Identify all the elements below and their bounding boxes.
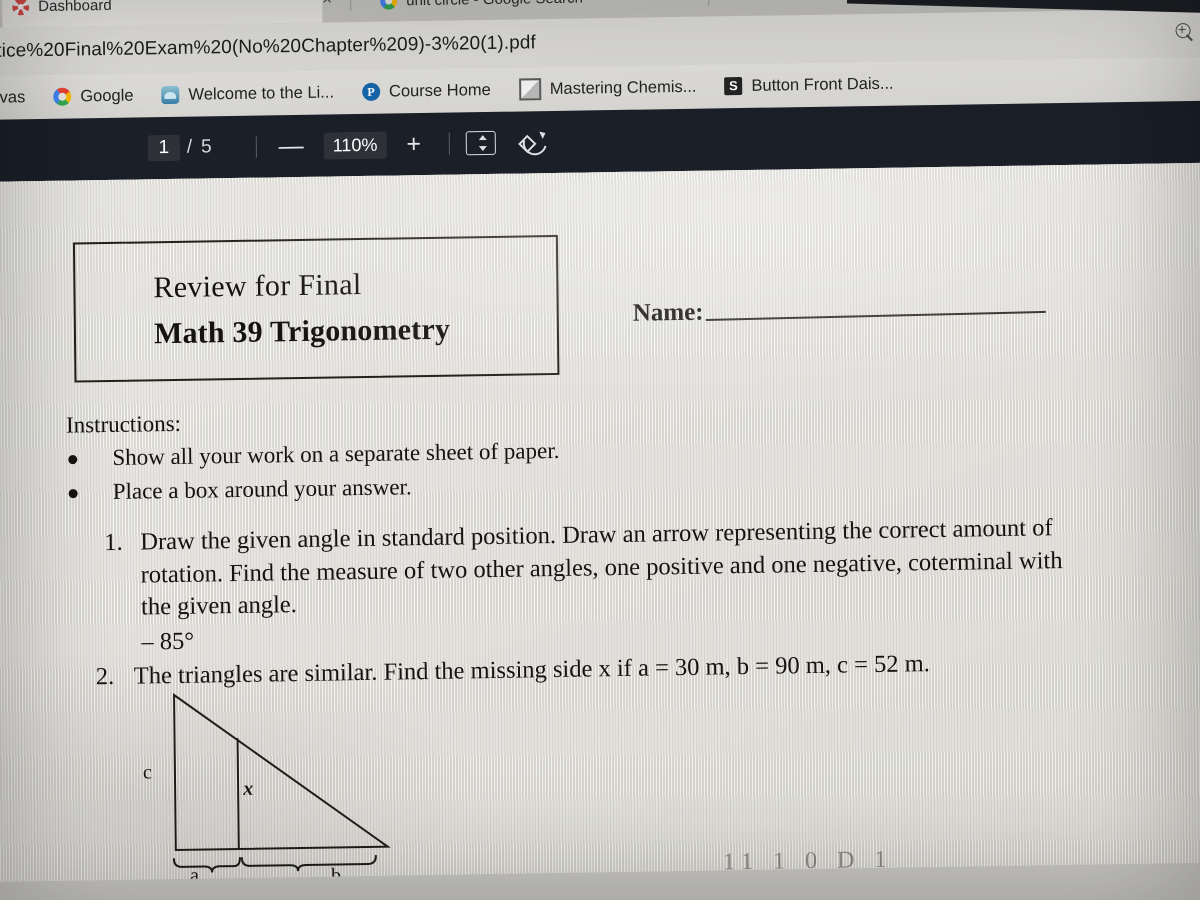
zoom-level-value[interactable]: 110% bbox=[323, 131, 387, 160]
pdf-page-number-input[interactable]: 1 bbox=[147, 134, 180, 162]
tab-separator bbox=[708, 0, 710, 6]
rotate-icon[interactable] bbox=[518, 126, 552, 160]
document-title-line1: Review for Final bbox=[153, 268, 362, 305]
question-1-text: Draw the given angle in standard positio… bbox=[140, 514, 1063, 621]
fit-page-icon[interactable] bbox=[465, 130, 497, 156]
instructions-list: ● Show all your work on a separate sheet… bbox=[66, 438, 560, 514]
tab-close-button-unit-circle[interactable]: × bbox=[678, 0, 696, 3]
tab-title: unit circle - Google Search bbox=[406, 0, 583, 9]
pdf-page-separator: / bbox=[186, 136, 193, 158]
tab-title: Dashboard bbox=[38, 0, 112, 15]
bullet-icon: ● bbox=[66, 480, 80, 505]
instruction-text: Place a box around your answer. bbox=[112, 474, 412, 504]
instructions-heading: Instructions: bbox=[65, 410, 182, 438]
question-1-number: 1. bbox=[104, 528, 123, 557]
google-icon bbox=[380, 0, 398, 10]
document-icon bbox=[518, 78, 541, 101]
pdf-page-canvas: Review for Final Math 39 Trigonometry Na… bbox=[0, 162, 1200, 882]
toolbar-divider bbox=[255, 135, 257, 158]
bookmark-canvas[interactable]: anvas bbox=[0, 88, 39, 108]
bookmark-welcome-to-the-library[interactable]: Welcome to the Li... bbox=[147, 83, 348, 105]
toolbar-divider bbox=[448, 132, 451, 155]
bookmark-label: anvas bbox=[0, 87, 26, 107]
bookmark-label: Mastering Chemis... bbox=[549, 77, 697, 98]
figure-label-b: b bbox=[330, 864, 342, 882]
address-bar-input[interactable]: ctice%20Final%20Exam%20(No%20Chapter%209… bbox=[0, 32, 536, 63]
bookmark-label: Google bbox=[80, 86, 134, 105]
bookmark-label: Button Front Dais... bbox=[751, 74, 894, 95]
name-blank-line bbox=[705, 310, 1046, 321]
question-2-number: 2. bbox=[95, 662, 115, 691]
cut-off-text-line: 11 1 0 D 1 bbox=[722, 846, 894, 876]
bookmark-mastering-chemistry[interactable]: Mastering Chemis... bbox=[505, 76, 711, 101]
document-title-line2: Math 39 Trigonometry bbox=[153, 312, 451, 351]
bookmark-label: Welcome to the Li... bbox=[188, 82, 335, 104]
triangle-drawing bbox=[172, 693, 391, 873]
new-tab-button[interactable]: + bbox=[728, 0, 754, 8]
canvas-icon bbox=[12, 0, 30, 15]
question-1: 1. Draw the given angle in standard posi… bbox=[104, 512, 1065, 659]
magnifier-plus-icon[interactable] bbox=[1175, 22, 1194, 42]
bookmark-button-front-dais[interactable]: S Button Front Dais... bbox=[710, 74, 907, 96]
screenshot-root: Dashboard × unit circle - Google Search … bbox=[0, 0, 1200, 900]
figure-label-c: c bbox=[142, 761, 152, 784]
document-title-box: Review for Final Math 39 Trigonometry bbox=[72, 234, 560, 383]
bullet-icon: ● bbox=[66, 446, 80, 471]
list-item: ● Place a box around your answer. bbox=[67, 472, 560, 506]
name-label: Name: bbox=[632, 298, 704, 327]
s-square-icon: S bbox=[724, 77, 743, 96]
pearson-icon: P bbox=[361, 82, 381, 101]
zoom-in-button[interactable]: + bbox=[400, 130, 427, 158]
pdf-total-pages: 5 bbox=[201, 136, 212, 158]
bookmark-label: Course Home bbox=[388, 80, 491, 101]
instruction-text: Show all your work on a separate sheet o… bbox=[112, 437, 560, 470]
tab-separator bbox=[350, 0, 352, 12]
figure-label-x: x bbox=[242, 777, 254, 800]
list-item: ● Show all your work on a separate sheet… bbox=[66, 438, 559, 472]
bookmark-course-home[interactable]: P Course Home bbox=[348, 80, 505, 101]
figure-label-a: a bbox=[189, 864, 200, 882]
tab-close-button-dashboard[interactable]: × bbox=[318, 0, 336, 9]
monitor-photo-frame: Dashboard × unit circle - Google Search … bbox=[0, 0, 1200, 900]
zoom-out-button[interactable]: — bbox=[273, 131, 310, 159]
drive-icon bbox=[161, 85, 180, 105]
bookmark-google[interactable]: Google bbox=[39, 86, 147, 107]
name-field: Name: bbox=[633, 293, 1046, 327]
google-icon bbox=[53, 87, 72, 106]
similar-right-triangles-figure: c x a b bbox=[134, 683, 456, 882]
